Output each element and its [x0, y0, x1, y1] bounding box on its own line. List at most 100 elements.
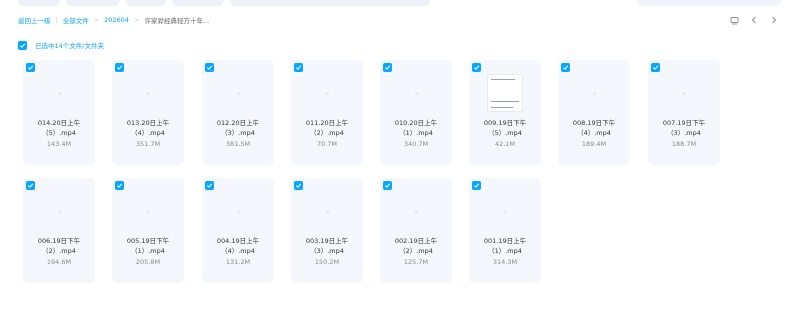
- video-thumbnail: [473, 188, 537, 234]
- file-size: 150.2M: [314, 258, 340, 266]
- file-tile[interactable]: 013.20日上午 （4）.mp4 351.7M: [112, 60, 184, 165]
- file-tile[interactable]: 006.19日下午 （2）.mp4 194.6M: [23, 178, 95, 283]
- video-icon: [325, 91, 329, 95]
- file-name-line1: 014.20日上午: [37, 119, 81, 127]
- breadcrumb-separator: >: [133, 16, 140, 24]
- file-size: 131.2M: [225, 258, 251, 266]
- video-thumbnail: [27, 70, 91, 116]
- file-tile[interactable]: 007.19日下午 （3）.mp4 188.7M: [648, 60, 720, 165]
- file-tile[interactable]: 004.19日上午 （4）.mp4 131.2M: [202, 178, 274, 283]
- file-name: 013.20日上午 （4）.mp4: [112, 118, 184, 138]
- file-name-line1: 012.20日上午: [216, 119, 260, 127]
- file-size: 125.7M: [403, 258, 429, 266]
- file-name-line2: （3）.mp4: [310, 247, 344, 255]
- file-name: 012.20日上午 （3）.mp4: [202, 118, 274, 138]
- file-name: 001.19日上午 （1）.mp4: [469, 236, 541, 256]
- file-tile[interactable]: 003.19日上午 （3）.mp4 150.2M: [291, 178, 363, 283]
- video-icon: [414, 209, 418, 213]
- select-all[interactable]: 已选中14个文件/文件夹: [18, 40, 104, 50]
- video-thumbnail: [206, 188, 270, 234]
- file-size: 194.6M: [46, 258, 72, 266]
- sort-icon[interactable]: [728, 14, 740, 26]
- breadcrumb-item-all-files[interactable]: 全部文件: [63, 15, 89, 25]
- back-link[interactable]: 返回上一级: [18, 15, 51, 25]
- file-name-line2: （1）.mp4: [131, 247, 165, 255]
- file-size: 42.1M: [494, 140, 516, 148]
- video-thumbnail: [206, 70, 270, 116]
- file-name: 004.19日上午 （4）.mp4: [202, 236, 274, 256]
- file-name-line2: （5）.mp4: [42, 129, 76, 137]
- file-name-line1: 002.19日上午: [394, 237, 438, 245]
- video-thumbnail: [562, 70, 626, 116]
- top-tab-strip: [0, 0, 800, 8]
- chevron-left-icon[interactable]: [748, 14, 760, 26]
- file-name-line2: （5）.mp4: [488, 129, 522, 137]
- file-size: 143.4M: [46, 140, 72, 148]
- file-size: 381.5M: [225, 140, 251, 148]
- file-name-line2: （4）.mp4: [221, 247, 255, 255]
- video-icon: [57, 91, 61, 95]
- top-tab[interactable]: [230, 0, 430, 6]
- video-thumbnail: [27, 188, 91, 234]
- file-tile[interactable]: 001.19日上午 （1）.mp4 314.3M: [469, 178, 541, 283]
- breadcrumb: 返回上一级 | 全部文件 > 202604 > 许家骅经典轻方十年...: [18, 14, 209, 26]
- file-name: 009.19日下午 （5）.mp4: [469, 118, 541, 138]
- file-name-line2: （1）.mp4: [488, 247, 522, 255]
- breadcrumb-item-folder[interactable]: 202604: [104, 16, 129, 24]
- file-name-line1: 006.19日下午: [37, 237, 81, 245]
- top-tab[interactable]: [172, 0, 224, 6]
- select-all-checkbox[interactable]: [18, 40, 27, 50]
- video-thumbnail: [652, 70, 716, 116]
- file-size: 189.4M: [581, 140, 607, 148]
- file-tile[interactable]: 009.19日下午 （5）.mp4 42.1M: [469, 60, 541, 165]
- top-tab[interactable]: [126, 0, 166, 6]
- search-input[interactable]: [636, 0, 782, 6]
- file-name-line2: （1）.mp4: [399, 129, 433, 137]
- file-size: 205.8M: [135, 258, 161, 266]
- file-name-line2: （3）.mp4: [221, 129, 255, 137]
- view-tools: [728, 14, 780, 26]
- file-tile[interactable]: 005.19日下午 （1）.mp4 205.8M: [112, 178, 184, 283]
- file-name-line1: 005.19日下午: [126, 237, 170, 245]
- chevron-right-icon[interactable]: [768, 14, 780, 26]
- file-name-line2: （4）.mp4: [131, 129, 165, 137]
- file-name: 006.19日下午 （2）.mp4: [23, 236, 95, 256]
- file-name-line2: （3）.mp4: [667, 129, 701, 137]
- file-name-line1: 009.19日下午: [483, 119, 527, 127]
- file-tile[interactable]: 002.19日上午 （2）.mp4 125.7M: [380, 178, 452, 283]
- file-name-line1: 011.20日上午: [305, 119, 349, 127]
- selection-count-label: 已选中14个文件/文件夹: [35, 42, 104, 50]
- file-name: 014.20日上午 （5）.mp4: [23, 118, 95, 138]
- top-tab[interactable]: [18, 0, 60, 6]
- top-tab[interactable]: [66, 0, 120, 6]
- file-name-line1: 008.19日下午: [572, 119, 616, 127]
- file-name: 002.19日上午 （2）.mp4: [380, 236, 452, 256]
- file-name-line2: （2）.mp4: [399, 247, 433, 255]
- file-name-line2: （2）.mp4: [42, 247, 76, 255]
- file-name-line1: 010.20日上午: [394, 119, 438, 127]
- file-name: 008.19日下午 （4）.mp4: [558, 118, 630, 138]
- file-size: 314.3M: [492, 258, 518, 266]
- video-icon: [503, 209, 507, 213]
- video-thumbnail: [116, 188, 180, 234]
- file-tile[interactable]: 014.20日上午 （5）.mp4 143.4M: [23, 60, 95, 165]
- video-icon: [682, 91, 686, 95]
- file-size: 340.7M: [403, 140, 429, 148]
- file-size: 188.7M: [671, 140, 697, 148]
- check-icon: [19, 43, 26, 48]
- file-tile[interactable]: 011.20日上午 （2）.mp4 70.7M: [291, 60, 363, 165]
- file-name-line1: 013.20日上午: [126, 119, 170, 127]
- video-thumbnail: [384, 70, 448, 116]
- file-tile[interactable]: 010.20日上午 （1）.mp4 340.7M: [380, 60, 452, 165]
- document-preview: [487, 74, 523, 112]
- file-name: 007.19日下午 （3）.mp4: [648, 118, 720, 138]
- video-icon: [325, 209, 329, 213]
- file-tile[interactable]: 012.20日上午 （3）.mp4 381.5M: [202, 60, 274, 165]
- breadcrumb-item-current: 许家骅经典轻方十年...: [144, 17, 210, 25]
- file-name: 003.19日上午 （3）.mp4: [291, 236, 363, 256]
- video-icon: [236, 91, 240, 95]
- file-tile[interactable]: 008.19日下午 （4）.mp4 189.4M: [558, 60, 630, 165]
- video-icon: [236, 209, 240, 213]
- file-name-line1: 001.19日上午: [483, 237, 527, 245]
- video-icon: [57, 209, 61, 213]
